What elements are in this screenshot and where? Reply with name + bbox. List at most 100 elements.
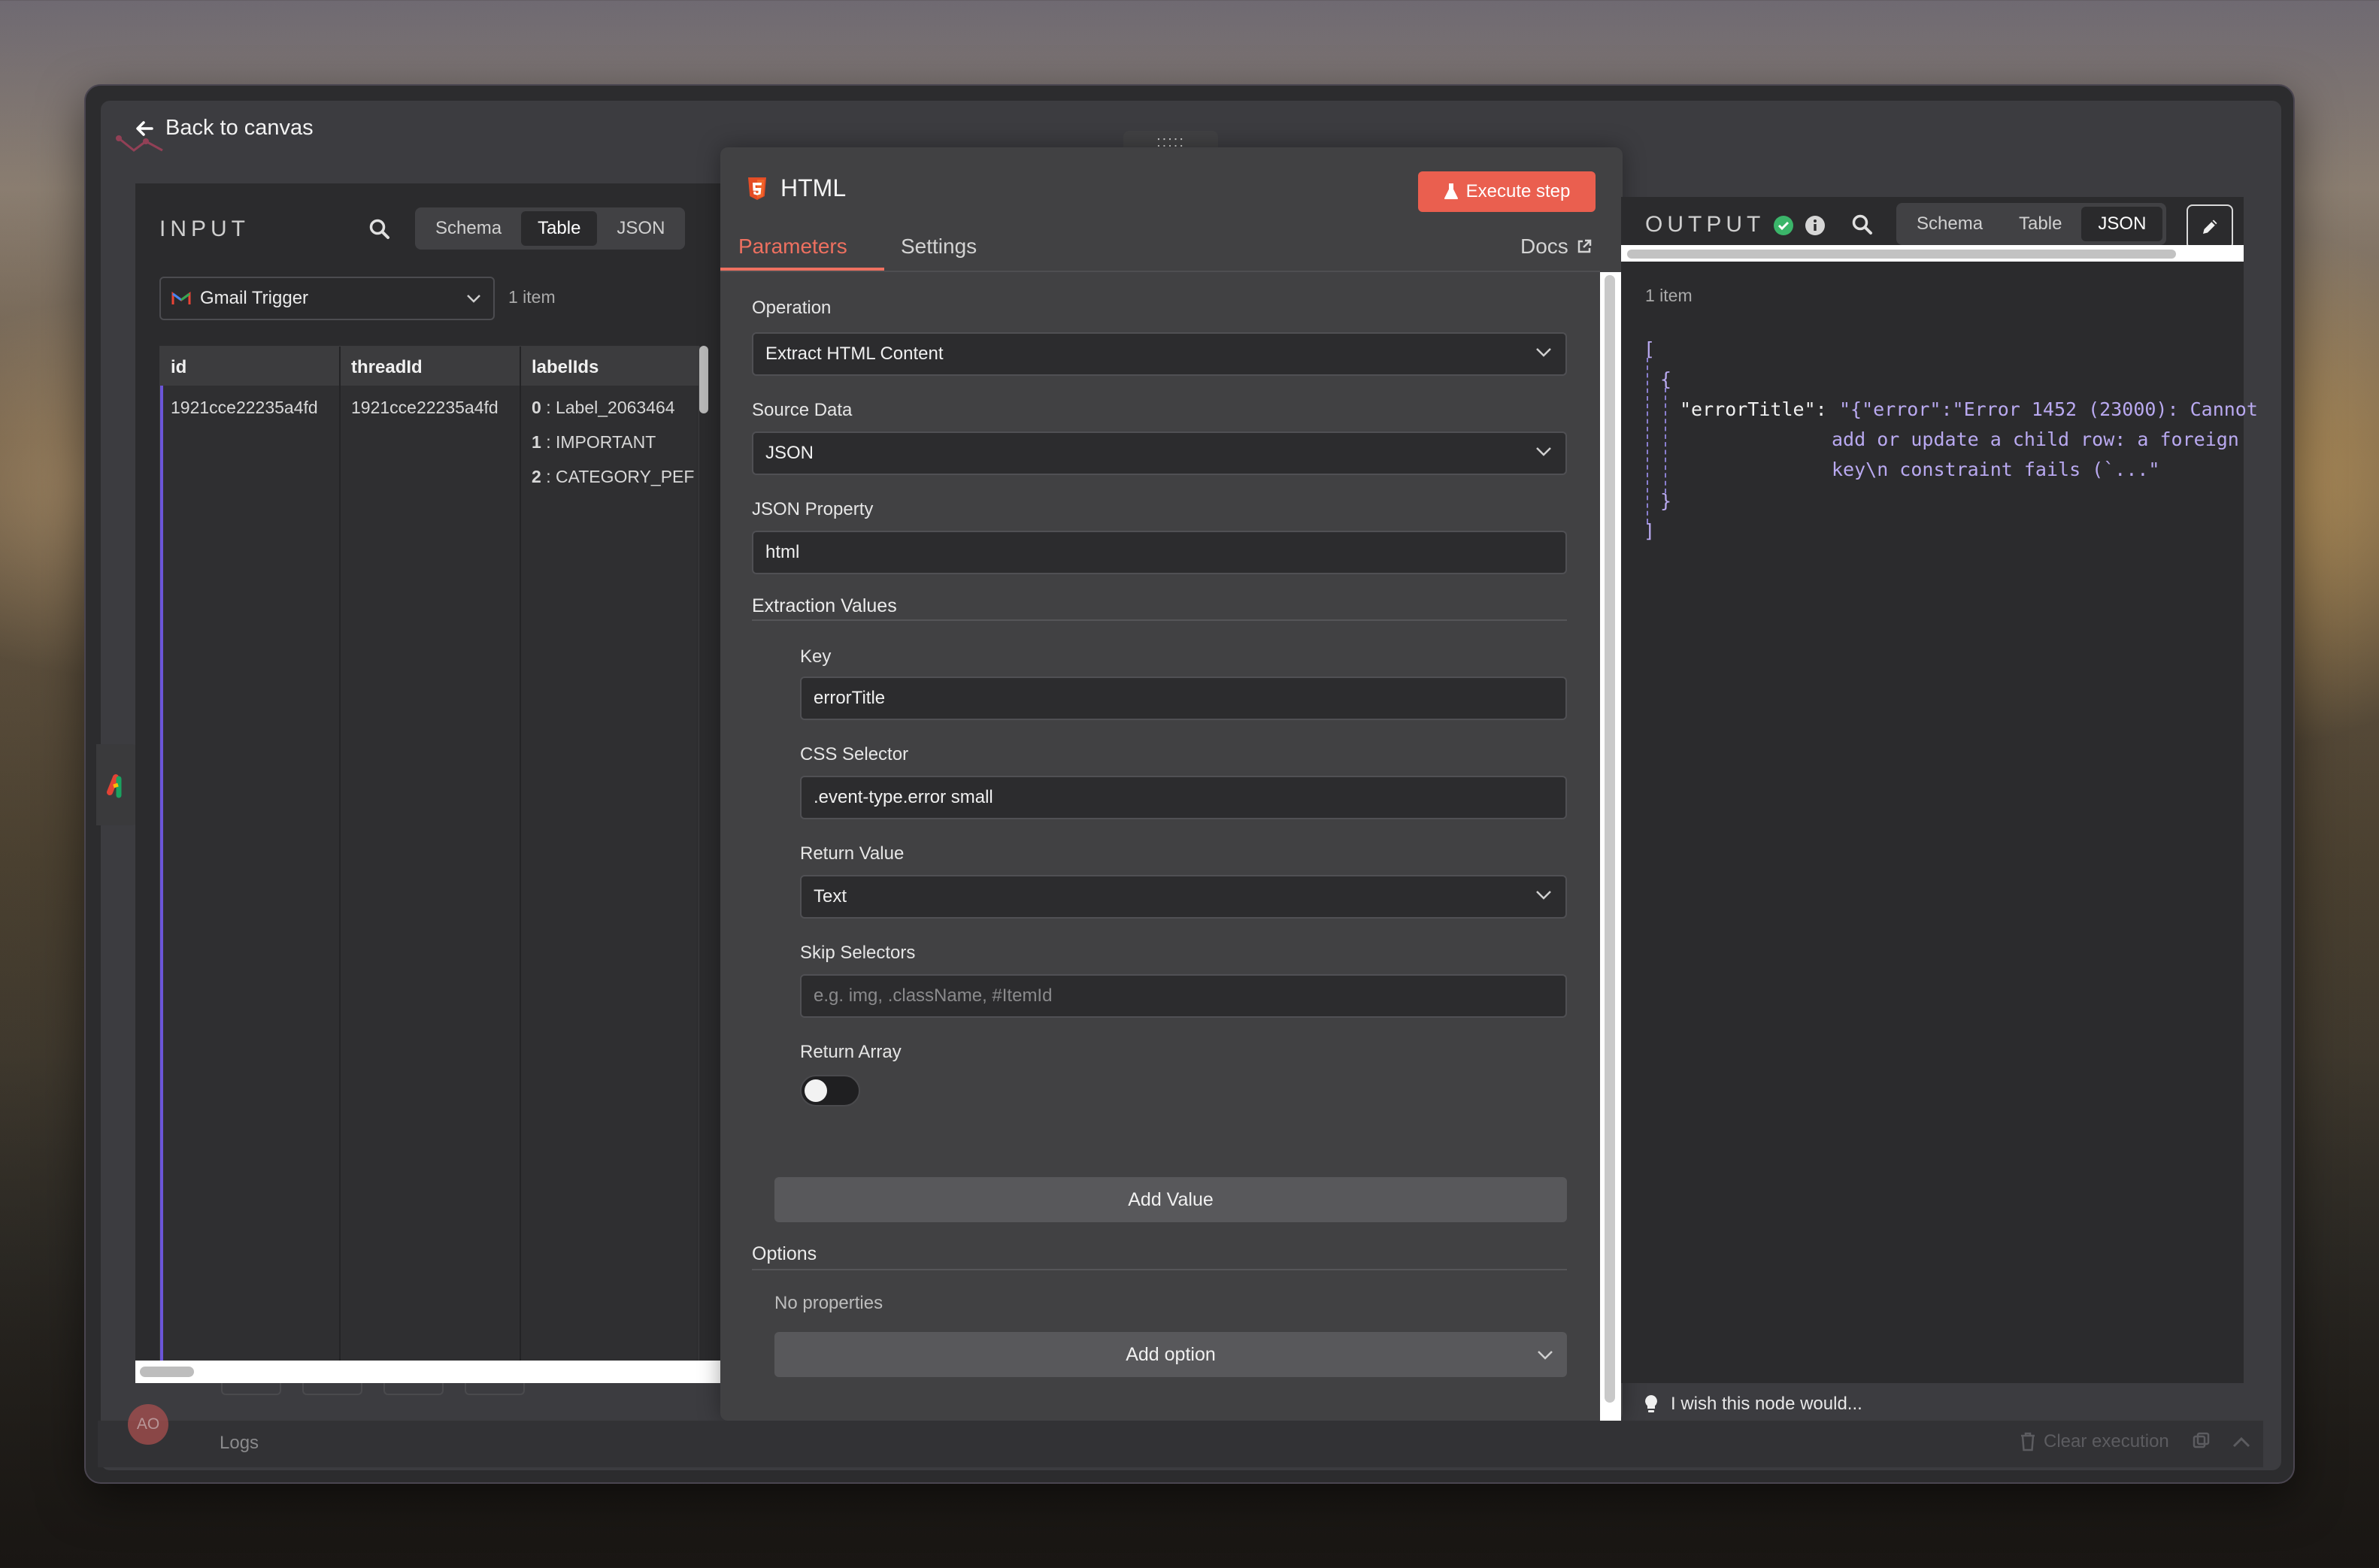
tab-settings[interactable]: Settings [901, 235, 977, 259]
feedback-link[interactable]: I wish this node would... [1644, 1394, 1862, 1415]
source-data-select[interactable]: JSON [752, 431, 1567, 475]
input-node-select[interactable]: Gmail Trigger [159, 277, 495, 320]
search-icon[interactable] [1851, 213, 1874, 236]
execute-step-button[interactable]: Execute step [1418, 171, 1596, 212]
return-value-value: Text [814, 886, 847, 907]
feedback-label: I wish this node would... [1671, 1394, 1862, 1414]
output-horizontal-scrollbar[interactable] [1621, 245, 2244, 262]
json-value-line: "{"error":"Error 1452 (23000): Cannot [1839, 398, 2258, 420]
operation-label: Operation [752, 298, 832, 318]
side-node-tab[interactable] [96, 744, 140, 825]
chevron-down-icon [1538, 1351, 1553, 1360]
column-header-threadid: threadId [351, 357, 423, 377]
search-icon[interactable] [368, 218, 391, 241]
css-selector-value: .event-type.error small [814, 787, 993, 807]
clear-execution-label: Clear execution [2044, 1431, 2169, 1451]
input-view-switcher: Schema Table JSON [415, 207, 686, 250]
logs-bar [98, 1421, 2263, 1467]
input-item-count: 1 item [508, 287, 556, 307]
json-open-bracket: [ [1644, 338, 1656, 360]
node-tabs: Parameters Settings [720, 226, 1600, 272]
divider [752, 619, 1567, 621]
info-icon[interactable] [1805, 215, 1826, 236]
column-header-labelids: labelIds [532, 357, 599, 377]
input-node-select-label: Gmail Trigger [200, 288, 309, 308]
skip-selectors-input[interactable]: e.g. img, .className, #ItemId [800, 974, 1567, 1018]
active-tab-indicator [720, 268, 884, 271]
return-value-label: Return Value [800, 843, 905, 864]
json-property-value: html [765, 542, 800, 562]
html5-icon [748, 177, 766, 200]
chevron-down-icon [1536, 348, 1551, 357]
output-tab-table[interactable]: Table [2002, 207, 2078, 241]
input-vertical-scrollbar[interactable] [699, 346, 708, 413]
input-tab-json[interactable]: JSON [600, 211, 681, 246]
docs-label: Docs [1520, 235, 1568, 258]
chevron-up-icon[interactable] [2232, 1436, 2250, 1448]
output-view-switcher: Schema Table JSON [1896, 203, 2167, 245]
google-sheets-icon [107, 774, 122, 798]
back-label: Back to canvas [165, 116, 314, 140]
add-value-button[interactable]: Add Value [774, 1177, 1567, 1222]
json-open-brace: { [1660, 368, 1672, 390]
node-header: HTML [747, 174, 846, 202]
pencil-icon [2203, 219, 2217, 234]
logs-label[interactable]: Logs [220, 1433, 259, 1454]
css-selector-label: CSS Selector [800, 744, 909, 764]
output-title: OUTPUT [1645, 212, 1765, 237]
input-data-table: id threadId labelIds 1921cce22235a4fd 19… [159, 346, 700, 1363]
flask-icon [1444, 183, 1458, 199]
external-link-icon [1577, 239, 1592, 253]
options-title: Options [752, 1243, 817, 1264]
json-key: "errorTitle": [1680, 398, 1827, 420]
row-accent [160, 386, 163, 1363]
extraction-values-title: Extraction Values [752, 595, 897, 616]
docs-link[interactable]: Docs [1520, 235, 1593, 259]
output-tab-schema[interactable]: Schema [1900, 207, 1999, 241]
add-option-button[interactable]: Add option [774, 1332, 1567, 1377]
chevron-down-icon [1536, 891, 1551, 900]
tab-parameters[interactable]: Parameters [738, 235, 847, 259]
return-array-toggle[interactable] [800, 1075, 860, 1106]
json-value-line: add or update a child row: a foreign [1832, 428, 2239, 450]
no-properties-text: No properties [774, 1293, 883, 1313]
back-to-canvas-link[interactable]: Back to canvas [134, 116, 314, 141]
skip-selectors-label: Skip Selectors [800, 943, 916, 963]
key-input[interactable]: errorTitle [800, 677, 1567, 720]
json-close-brace: } [1660, 490, 1672, 512]
output-item-count: 1 item [1645, 286, 1693, 305]
list-item: 2 : CATEGORY_PEF [532, 467, 695, 486]
key-value: errorTitle [814, 688, 886, 708]
arrow-left-icon [136, 120, 153, 136]
chevron-down-icon [1536, 447, 1551, 456]
execute-step-label: Execute step [1465, 181, 1571, 201]
input-horizontal-scrollbar[interactable] [135, 1361, 722, 1383]
cell-id: 1921cce22235a4fd [171, 398, 318, 417]
add-value-label: Add Value [1128, 1188, 1214, 1210]
chevron-down-icon [467, 295, 480, 303]
gmail-icon [171, 292, 191, 304]
key-label: Key [800, 646, 832, 667]
toggle-knob [805, 1079, 827, 1102]
input-tab-schema[interactable]: Schema [419, 211, 518, 246]
column-header-id: id [171, 357, 187, 377]
edit-output-button[interactable] [2187, 204, 2233, 250]
input-tab-table[interactable]: Table [521, 211, 598, 246]
output-tab-json[interactable]: JSON [2081, 207, 2163, 241]
operation-select[interactable]: Extract HTML Content [752, 332, 1567, 376]
return-value-select[interactable]: Text [800, 875, 1567, 919]
return-array-label: Return Array [800, 1042, 902, 1062]
json-property-input[interactable]: html [752, 531, 1567, 574]
operation-value: Extract HTML Content [765, 344, 944, 364]
output-panel [1621, 197, 2244, 1383]
copy-icon[interactable] [2192, 1432, 2211, 1451]
cell-threadid: 1921cce22235a4fd [351, 398, 499, 417]
css-selector-input[interactable]: .event-type.error small [800, 776, 1567, 819]
json-property-label: JSON Property [752, 499, 874, 519]
parameters-scrollbar[interactable] [1605, 275, 1615, 1403]
json-value-line: key\n constraint fails (`..." [1832, 459, 2160, 480]
clear-execution-button[interactable]: Clear execution [2020, 1431, 2250, 1452]
source-data-label: Source Data [752, 400, 853, 420]
avatar[interactable]: AO [128, 1404, 168, 1445]
trash-icon [2021, 1432, 2035, 1451]
